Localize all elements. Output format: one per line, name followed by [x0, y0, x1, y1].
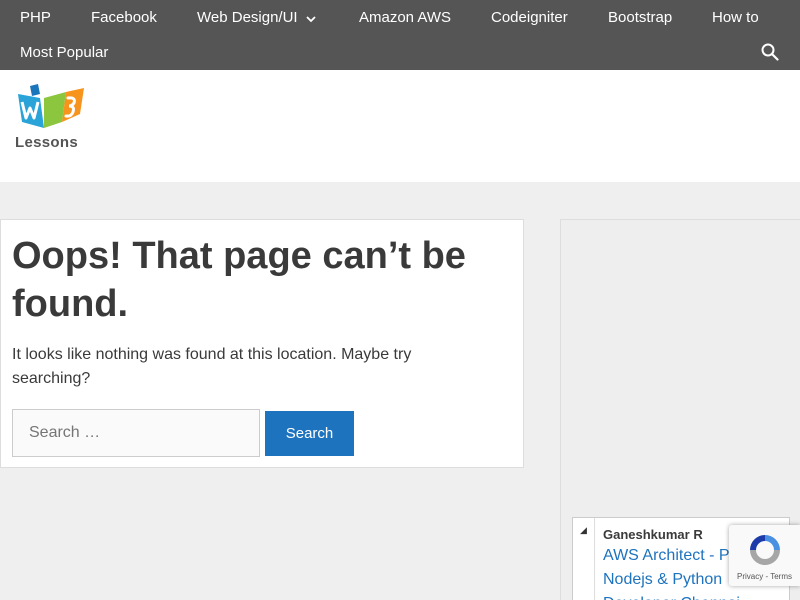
- search-icon[interactable]: [761, 43, 779, 61]
- not-found-card: Oops! That page can’t be found. It looks…: [0, 219, 524, 468]
- profile-gutter: ◢: [573, 518, 595, 600]
- recaptcha-badge[interactable]: Privacy - Terms: [729, 525, 800, 586]
- nav-item-php[interactable]: PHP: [20, 0, 51, 35]
- site-header: Lessons: [0, 70, 800, 182]
- chevron-down-icon: [305, 1, 316, 36]
- nav-item-bootstrap[interactable]: Bootstrap: [608, 0, 672, 35]
- top-navigation: PHP Facebook Web Design/UI Amazon AWS Co…: [0, 0, 800, 70]
- logo-text: Lessons: [15, 134, 78, 151]
- nav-item-how-to[interactable]: How to: [712, 0, 759, 35]
- not-found-message: It looks like nothing was found at this …: [12, 346, 412, 387]
- nav-item-most-popular[interactable]: Most Popular: [20, 35, 108, 70]
- search-button[interactable]: Search: [265, 411, 354, 456]
- nav-item-web-design[interactable]: Web Design/UI: [197, 0, 316, 35]
- corner-marker-icon: ◢: [580, 525, 587, 535]
- w3-book-icon: [18, 84, 84, 128]
- nav-item-web-design-label: Web Design/UI: [197, 9, 298, 26]
- site-logo[interactable]: Lessons: [14, 84, 88, 154]
- recaptcha-links: Privacy - Terms: [729, 572, 800, 581]
- nav-item-amazon-aws[interactable]: Amazon AWS: [359, 0, 451, 35]
- recaptcha-icon: [750, 535, 780, 565]
- author-name[interactable]: Ganeshkumar R: [603, 527, 703, 542]
- recaptcha-terms-link[interactable]: Terms: [770, 572, 792, 581]
- search-input[interactable]: [12, 409, 260, 457]
- nav-item-codeigniter[interactable]: Codeigniter: [491, 0, 568, 35]
- recaptcha-privacy-link[interactable]: Privacy: [737, 572, 763, 581]
- page-title: Oops! That page can’t be found.: [12, 235, 466, 325]
- nav-item-facebook[interactable]: Facebook: [91, 0, 157, 35]
